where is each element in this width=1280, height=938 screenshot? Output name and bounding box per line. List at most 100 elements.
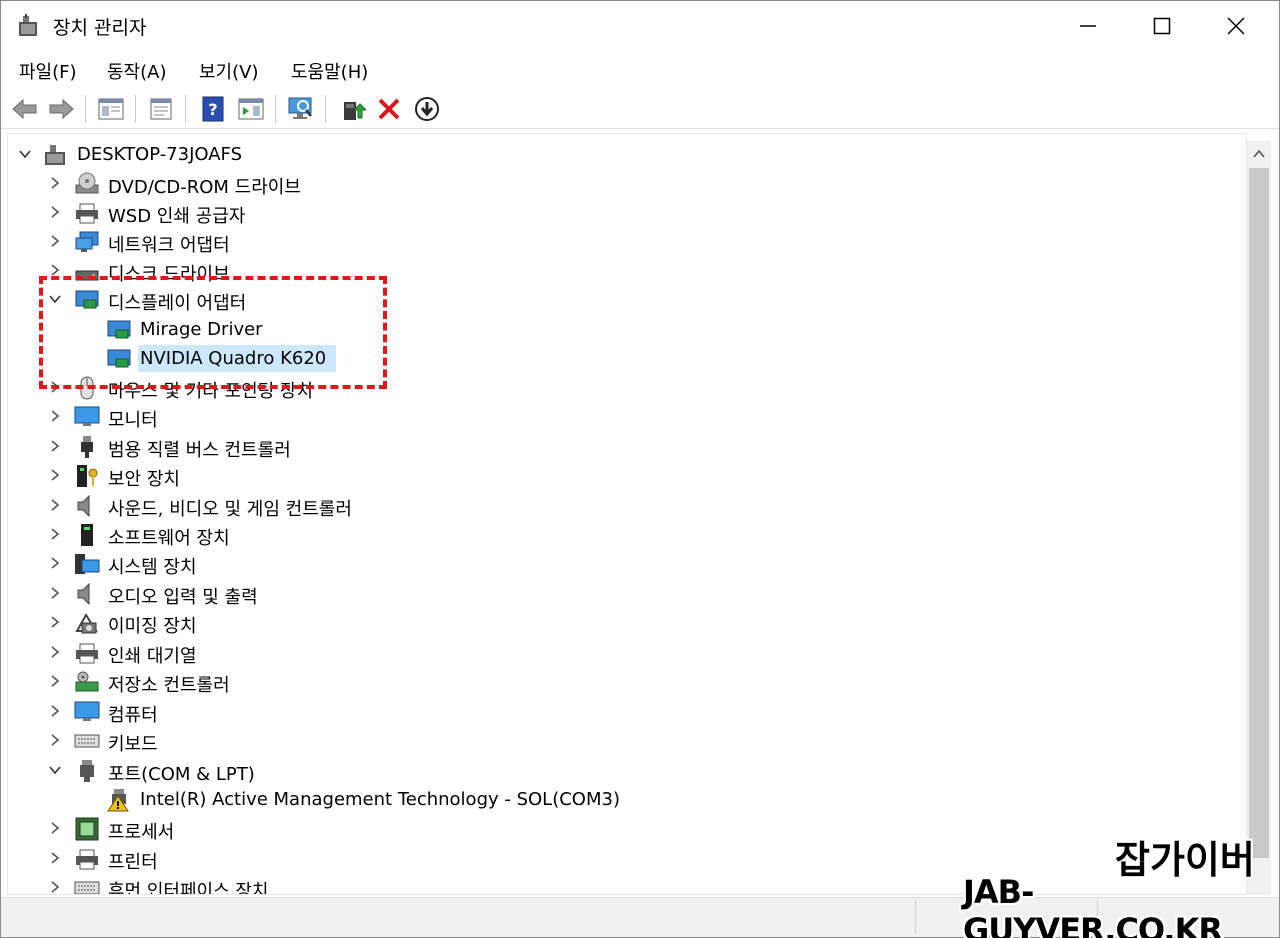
chevron-right-icon[interactable] — [48, 821, 62, 835]
chevron-right-icon[interactable] — [48, 615, 62, 629]
chevron-right-icon[interactable] — [48, 733, 62, 747]
tree-item-label: 모니터 — [108, 410, 158, 431]
forward-button[interactable] — [45, 93, 77, 125]
tree-item-storage-controllers[interactable]: 저장소 컨트롤러 — [8, 667, 1208, 696]
tree-item-intel-amt-sol[interactable]: Intel(R) Active Management Technology - … — [8, 785, 1208, 814]
tree-item-printers[interactable]: 프린터 — [8, 844, 1208, 873]
menu-bar: 파일(F) 동작(A) 보기(V) 도움말(H) — [1, 51, 1279, 87]
chevron-right-icon[interactable] — [48, 527, 62, 541]
tree-item-audio-io[interactable]: 오디오 입력 및 출력 — [8, 579, 1208, 608]
chevron-right-icon[interactable] — [48, 556, 62, 570]
tree-item-label: 포트(COM & LPT) — [108, 764, 255, 785]
tree-item-label: 네트워크 어댑터 — [108, 235, 230, 256]
tree-item-label: 키보드 — [108, 734, 158, 755]
chevron-right-icon[interactable] — [48, 704, 62, 718]
minimize-button[interactable] — [1051, 1, 1125, 51]
toolbar-separator — [135, 95, 136, 123]
tree-item-usb-controllers[interactable]: 범용 직렬 버스 컨트롤러 — [8, 432, 1208, 461]
maximize-button[interactable] — [1125, 1, 1199, 51]
disable-device-icon — [415, 97, 439, 121]
scan-hardware-button[interactable] — [285, 93, 317, 125]
maximize-icon — [1153, 17, 1171, 35]
chevron-right-icon[interactable] — [48, 205, 62, 219]
tree-item-monitors[interactable]: 모니터 — [8, 402, 1208, 431]
disable-device-button[interactable] — [411, 93, 443, 125]
chevron-right-icon[interactable] — [48, 498, 62, 512]
menu-view[interactable]: 보기(V) — [199, 58, 258, 84]
status-divider — [915, 900, 916, 934]
update-driver-icon — [344, 102, 366, 120]
help-button[interactable]: ? — [197, 93, 229, 125]
vertical-scrollbar[interactable] — [1247, 141, 1271, 895]
computer-root-icon — [45, 145, 65, 165]
tree-item-wsd-print[interactable]: WSD 인쇄 공급자 — [8, 198, 1208, 227]
close-button[interactable] — [1199, 1, 1273, 51]
storage-controller-icon — [75, 671, 99, 692]
menu-help[interactable]: 도움말(H) — [291, 58, 368, 84]
chevron-up-icon — [1253, 149, 1265, 158]
chevron-right-icon[interactable] — [48, 176, 62, 190]
chevron-down-icon[interactable] — [48, 763, 62, 777]
chevron-right-icon[interactable] — [48, 880, 62, 894]
chevron-down-icon[interactable] — [18, 147, 32, 161]
tree-item-system-devices[interactable]: 시스템 장치 — [8, 549, 1208, 578]
menu-action[interactable]: 동작(A) — [107, 58, 166, 84]
menu-file[interactable]: 파일(F) — [19, 58, 77, 84]
tree-item-label: 인쇄 대기열 — [108, 646, 197, 667]
port-connector-icon — [80, 760, 94, 782]
tree-item-sound-video-game[interactable]: 사운드, 비디오 및 게임 컨트롤러 — [8, 491, 1208, 520]
tree-item-label: 소프트웨어 장치 — [108, 528, 230, 549]
chevron-right-icon[interactable] — [48, 645, 62, 659]
console-tree-button[interactable] — [95, 93, 127, 125]
tree-item-label: 프린터 — [108, 852, 158, 873]
uninstall-device-button[interactable] — [373, 93, 405, 125]
tree-item-label: 범용 직렬 버스 컨트롤러 — [108, 440, 291, 461]
scroll-thumb[interactable] — [1249, 168, 1269, 858]
camera-icon — [75, 613, 98, 634]
device-tree[interactable]: DESKTOP-73JOAFS DVD/CD-ROM 드라이브 WSD 인쇄 공… — [7, 133, 1247, 895]
show-hide-action-pane-icon — [238, 98, 264, 120]
chevron-right-icon[interactable] — [48, 468, 62, 482]
scroll-up-button[interactable] — [1247, 141, 1271, 167]
display-adapter-highlight-box — [39, 276, 387, 389]
security-key-icon — [77, 465, 98, 487]
printer-icon — [76, 643, 98, 664]
tree-item-dvd-cdrom[interactable]: DVD/CD-ROM 드라이브 — [8, 169, 1208, 198]
network-adapter-icon — [75, 231, 99, 252]
tree-item-processors[interactable]: 프로세서 — [8, 814, 1208, 843]
toolbar-separator — [185, 95, 186, 123]
chevron-right-icon[interactable] — [48, 263, 62, 277]
tree-item-imaging-devices[interactable]: 이미징 장치 — [8, 608, 1208, 637]
chevron-right-icon[interactable] — [48, 674, 62, 688]
printer-icon — [76, 203, 98, 224]
chevron-right-icon[interactable] — [48, 851, 62, 865]
watermark-english: JAB-GUYVER.CO.KR — [963, 873, 1223, 938]
tree-item-security-devices[interactable]: 보안 장치 — [8, 461, 1208, 490]
warning-port-icon — [107, 789, 129, 812]
tree-item-label: 이미징 장치 — [108, 616, 197, 637]
close-icon — [1227, 17, 1245, 35]
chevron-right-icon[interactable] — [48, 234, 62, 248]
monitor-icon — [74, 701, 100, 721]
tree-item-computer[interactable]: 컴퓨터 — [8, 697, 1208, 726]
update-driver-button[interactable] — [337, 93, 369, 125]
tree-item-keyboards[interactable]: 키보드 — [8, 726, 1208, 755]
properties-icon — [150, 98, 172, 120]
tree-item-label: 사운드, 비디오 및 게임 컨트롤러 — [108, 499, 352, 520]
usb-icon — [81, 436, 93, 458]
chevron-right-icon[interactable] — [48, 586, 62, 600]
chevron-right-icon[interactable] — [48, 409, 62, 423]
tree-item-label: 휴먼 인터페이스 장치 — [108, 881, 269, 895]
chevron-right-icon[interactable] — [48, 439, 62, 453]
tree-item-print-queues[interactable]: 인쇄 대기열 — [8, 638, 1208, 667]
title-bar[interactable]: 장치 관리자 — [1, 1, 1279, 51]
tree-item-software-devices[interactable]: 소프트웨어 장치 — [8, 520, 1208, 549]
action-pane-button[interactable] — [235, 93, 267, 125]
back-button[interactable] — [9, 93, 41, 125]
uninstall-device-icon — [378, 98, 400, 120]
toolbar-separator — [275, 95, 276, 123]
tree-item-ports[interactable]: 포트(COM & LPT) — [8, 756, 1208, 785]
tree-root[interactable]: DESKTOP-73JOAFS — [8, 140, 1208, 169]
properties-button[interactable] — [145, 93, 177, 125]
tree-item-network-adapters[interactable]: 네트워크 어댑터 — [8, 227, 1208, 256]
